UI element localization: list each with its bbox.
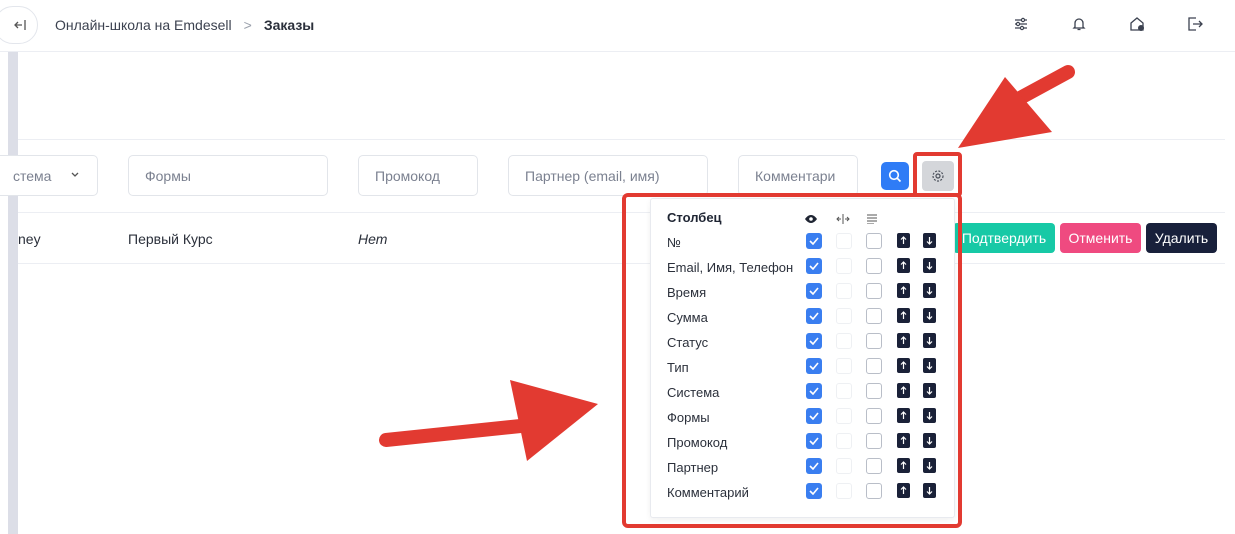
annotation-arrows [379, 65, 1075, 461]
orders-page: Онлайн-школа на Emdesell > Заказы стема … [0, 0, 1235, 534]
annotation-arrow-top [958, 65, 1075, 148]
annotation-arrow-left [379, 380, 598, 461]
